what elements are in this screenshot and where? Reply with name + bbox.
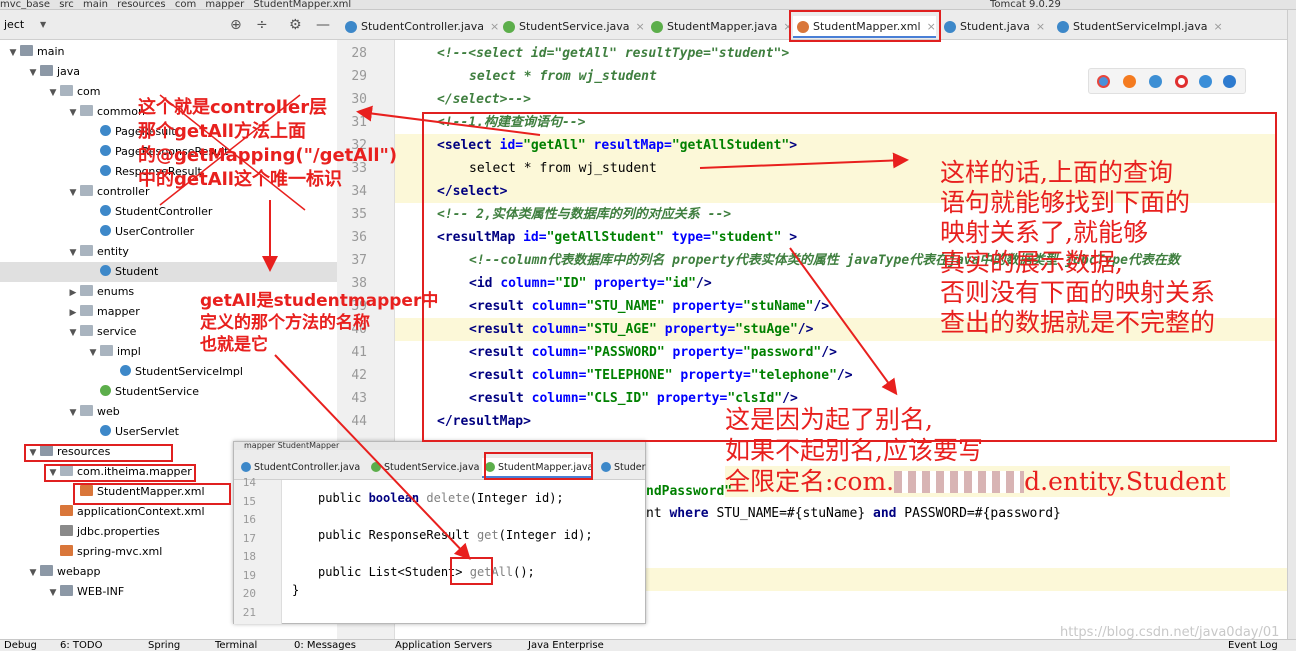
code-token: nt: [646, 506, 670, 521]
annotation-fqn-a: 全限定名:com.: [725, 467, 895, 496]
annotation-line: 语句就能够找到下面的: [940, 188, 1191, 217]
java-enterprise-tab[interactable]: Java Enterprise: [528, 640, 604, 651]
code-line-lower-2: nt where STU_NAME=#{stuName} and PASSWOR…: [646, 502, 1061, 525]
event-log-tab[interactable]: Event Log: [1228, 640, 1278, 651]
spring-tab[interactable]: Spring: [148, 640, 180, 651]
annotation-line: 如果不起别名,应该要写: [725, 436, 983, 465]
code-token: STU_NAME=#{stuName}: [708, 506, 873, 521]
annotation-line: 这个就是controller层: [138, 97, 328, 118]
messages-tab[interactable]: 0: Messages: [294, 640, 356, 651]
watermark: https://blog.csdn.net/java0day/01: [1060, 625, 1280, 640]
code-token: and: [873, 506, 897, 521]
annotation-resultmap-explanation: 这样的话,上面的查询 语句就能够找到下面的 映射关系了,就能够 真实的展示数据,…: [940, 158, 1215, 338]
annotation-line: 的@getMapping("/getAll"): [138, 145, 398, 166]
code-token: where: [669, 506, 709, 521]
annotation-line: 否则没有下面的映射关系: [940, 278, 1216, 307]
annotation-fqn: 全限定名:com. d.entity.Student: [725, 466, 1231, 497]
annotation-line: 查出的数据就是不完整的: [940, 308, 1216, 337]
annotation-controller: 这个就是controller层 那个getAll方法上面 的@getMappin…: [138, 96, 397, 192]
debug-tab[interactable]: Debug: [4, 640, 37, 651]
redacted-block: [894, 471, 1025, 493]
code-line-lower-1: ndPassword": [646, 480, 732, 503]
tool-window-bar: Debug 6: TODO Spring Terminal 0: Message…: [0, 639, 1296, 651]
code-token: PASSWORD=#{password}: [896, 506, 1061, 521]
terminal-tab[interactable]: Terminal: [215, 640, 257, 651]
app-servers-tab[interactable]: Application Servers: [395, 640, 492, 651]
annotation-fqn-b: d.entity.Student: [1024, 467, 1227, 496]
todo-tab[interactable]: 6: TODO: [60, 640, 102, 651]
annotation-line: 真实的展示数据,: [940, 248, 1123, 277]
annotation-line: 那个getAll方法上面: [138, 121, 306, 142]
annotation-line: 映射关系了,就能够: [940, 218, 1148, 247]
annotation-line: 也就是它: [200, 335, 268, 355]
annotation-alias: 这是因为起了别名, 如果不起别名,应该要写 全限定名:com. d.entity.…: [725, 404, 1231, 497]
annotation-mapper-method: getAll是studentmapper中 定义的那个方法的名称 也就是它: [200, 290, 438, 356]
annotation-line: 这是因为起了别名,: [725, 405, 933, 434]
annotation-line: getAll是studentmapper中: [200, 291, 439, 311]
annotation-line: 这样的话,上面的查询: [940, 158, 1173, 187]
code-token: ndPassword": [646, 484, 733, 499]
annotation-line: 定义的那个方法的名称: [200, 313, 370, 333]
annotation-line: 中的getAll这个唯一标识: [138, 169, 342, 190]
